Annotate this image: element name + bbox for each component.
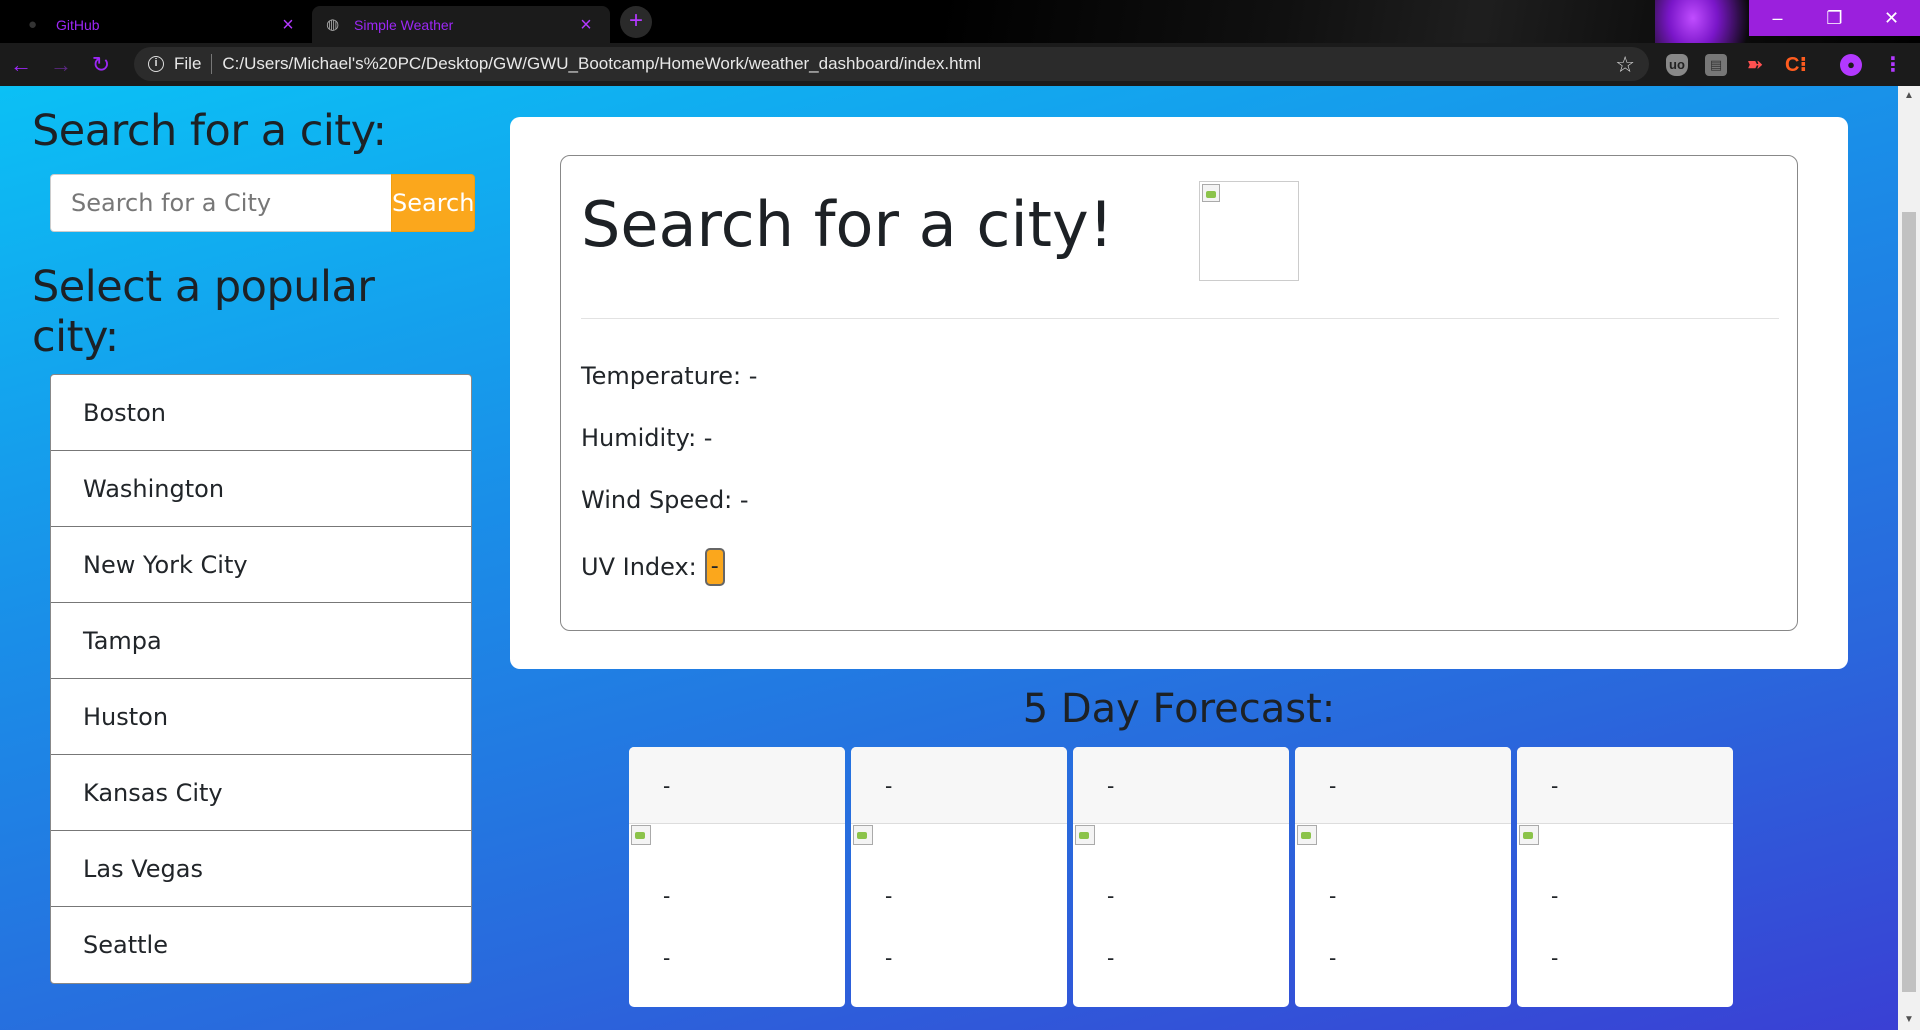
forecast-humidity: - bbox=[663, 945, 671, 970]
new-tab-button[interactable]: + bbox=[620, 6, 652, 38]
back-arrow-icon[interactable]: ← bbox=[2, 46, 40, 84]
forecast-temp: - bbox=[1107, 883, 1115, 908]
scrollbar-thumb[interactable] bbox=[1902, 212, 1916, 992]
city-item-seattle[interactable]: Seattle bbox=[51, 907, 471, 983]
forecast-date: - bbox=[1073, 747, 1289, 824]
search-heading: Search for a city: bbox=[32, 106, 387, 156]
city-title: Search for a city! bbox=[581, 188, 1114, 261]
scroll-down-arrow-icon[interactable]: ▼ bbox=[1898, 1010, 1920, 1030]
info-icon[interactable]: i bbox=[148, 56, 164, 72]
forecast-date: - bbox=[1517, 747, 1733, 824]
divider bbox=[581, 318, 1779, 319]
city-item-las-vegas[interactable]: Las Vegas bbox=[51, 831, 471, 907]
search-button[interactable]: Search bbox=[391, 174, 476, 232]
broken-image-icon bbox=[1202, 184, 1220, 202]
close-icon[interactable]: × bbox=[576, 15, 596, 35]
city-item-tampa[interactable]: Tampa bbox=[51, 603, 471, 679]
city-item-huston[interactable]: Huston bbox=[51, 679, 471, 755]
browser-tab-bar: ● GitHub × ◍ Simple Weather × + bbox=[0, 0, 1920, 43]
window-controls: – ❐ ✕ bbox=[1749, 0, 1920, 36]
uv-index-label: UV Index: bbox=[581, 553, 697, 581]
uv-index-badge: - bbox=[704, 548, 725, 586]
reload-icon[interactable]: ↻ bbox=[82, 46, 120, 84]
forecast-humidity: - bbox=[885, 945, 893, 970]
uv-index-row: UV Index: - bbox=[581, 548, 725, 586]
broken-image-icon bbox=[853, 825, 873, 845]
wind-speed-text: Wind Speed: - bbox=[581, 486, 749, 514]
page-viewport: Search for a city: Search Select a popul… bbox=[0, 86, 1920, 1030]
tab-github[interactable]: ● GitHub × bbox=[14, 6, 312, 43]
forecast-temp: - bbox=[885, 883, 893, 908]
forecast-date: - bbox=[1295, 747, 1511, 824]
close-window-button[interactable]: ✕ bbox=[1863, 0, 1920, 36]
forecast-humidity: - bbox=[1107, 945, 1115, 970]
forecast-humidity: - bbox=[1329, 945, 1337, 970]
tab-title: GitHub bbox=[56, 16, 100, 33]
colorzilla-extension-icon[interactable]: C⁝ bbox=[1785, 54, 1807, 76]
globe-icon: ◍ bbox=[326, 15, 340, 33]
url-text[interactable]: C:/Users/Michael's%20PC/Desktop/GW/GWU_B… bbox=[222, 54, 981, 74]
humidity-text: Humidity: - bbox=[581, 424, 713, 452]
forecast-row: - - - - - - - - - - - - - - - bbox=[629, 747, 1733, 1007]
browser-toolbar: ← → ↻ i File C:/Users/Michael's%20PC/Des… bbox=[0, 43, 1920, 86]
forecast-date: - bbox=[629, 747, 845, 824]
broken-image-icon bbox=[631, 825, 651, 845]
forecast-card: - - - bbox=[1073, 747, 1289, 1007]
broken-image-icon bbox=[1519, 825, 1539, 845]
tab-title: Simple Weather bbox=[354, 16, 454, 33]
city-item-new-york-city[interactable]: New York City bbox=[51, 527, 471, 603]
city-search-input[interactable] bbox=[50, 174, 391, 232]
current-weather-panel: Search for a city! Temperature: - Humidi… bbox=[510, 117, 1848, 669]
popular-heading: Select a popular city: bbox=[32, 262, 375, 362]
city-item-kansas-city[interactable]: Kansas City bbox=[51, 755, 471, 831]
menu-kebab-icon[interactable]: ⋮ bbox=[1882, 54, 1904, 76]
minimize-button[interactable]: – bbox=[1749, 0, 1806, 36]
address-bar[interactable]: i File C:/Users/Michael's%20PC/Desktop/G… bbox=[134, 47, 1649, 81]
forecast-humidity: - bbox=[1551, 945, 1559, 970]
forward-arrow-icon[interactable]: → bbox=[42, 46, 80, 84]
close-icon[interactable]: × bbox=[278, 15, 298, 35]
forecast-temp: - bbox=[1329, 883, 1337, 908]
popular-city-list: Boston Washington New York City Tampa Hu… bbox=[50, 374, 472, 984]
restore-button[interactable]: ❐ bbox=[1806, 0, 1863, 36]
broken-image-icon bbox=[1075, 825, 1095, 845]
profile-avatar-icon[interactable]: ● bbox=[1840, 54, 1862, 76]
extension-arrow-icon[interactable]: ➽ bbox=[1744, 54, 1766, 76]
forecast-date: - bbox=[851, 747, 1067, 824]
separator bbox=[211, 54, 213, 74]
search-group: Search bbox=[50, 174, 476, 232]
scroll-up-arrow-icon[interactable]: ▲ bbox=[1898, 86, 1920, 106]
city-item-washington[interactable]: Washington bbox=[51, 451, 471, 527]
broken-image-icon bbox=[1297, 825, 1317, 845]
sidebar: Search for a city: Search Select a popul… bbox=[32, 106, 476, 984]
forecast-temp: - bbox=[1551, 883, 1559, 908]
tab-simple-weather[interactable]: ◍ Simple Weather × bbox=[312, 6, 610, 43]
current-weather-card: Search for a city! Temperature: - Humidi… bbox=[560, 155, 1798, 631]
file-label: File bbox=[174, 54, 202, 73]
extension-icon[interactable]: ▤ bbox=[1705, 54, 1727, 76]
forecast-heading: 5 Day Forecast: bbox=[1022, 686, 1336, 732]
forecast-card: - - - bbox=[1295, 747, 1511, 1007]
weather-icon-image bbox=[1199, 181, 1299, 281]
forecast-card: - - - bbox=[851, 747, 1067, 1007]
forecast-card: - - - bbox=[629, 747, 845, 1007]
ublock-extension-icon[interactable]: uo bbox=[1666, 54, 1688, 76]
vertical-scrollbar[interactable]: ▲ ▼ bbox=[1898, 86, 1920, 1030]
temperature-text: Temperature: - bbox=[581, 362, 758, 390]
forecast-card: - - - bbox=[1517, 747, 1733, 1007]
city-item-boston[interactable]: Boston bbox=[51, 375, 471, 451]
forecast-temp: - bbox=[663, 883, 671, 908]
bookmark-star-icon[interactable]: ☆ bbox=[1615, 52, 1635, 78]
github-icon: ● bbox=[28, 15, 38, 33]
